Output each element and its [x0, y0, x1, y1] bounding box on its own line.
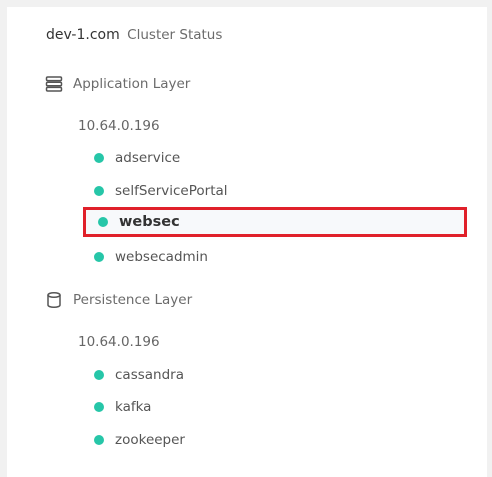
service-websecadmin[interactable]: websecadmin — [94, 247, 208, 267]
layer-label: Persistence Layer — [73, 292, 193, 308]
layer-label: Application Layer — [73, 76, 191, 92]
status-ok-icon — [98, 217, 108, 227]
service-label: websecadmin — [115, 249, 208, 265]
status-ok-icon — [94, 153, 104, 163]
service-label: kafka — [115, 399, 152, 415]
service-label: adservice — [115, 150, 181, 166]
status-ok-icon — [94, 252, 104, 262]
service-kafka[interactable]: kafka — [94, 397, 151, 417]
status-ok-icon — [94, 435, 104, 445]
cluster-host: dev-1.com — [46, 27, 120, 43]
cluster-status-label: Cluster Status — [127, 27, 223, 43]
page-title: dev-1.com Cluster Status — [46, 26, 222, 44]
service-adservice[interactable]: adservice — [94, 148, 180, 168]
layer-persistence[interactable]: Persistence Layer — [45, 290, 192, 310]
service-label: cassandra — [115, 367, 184, 383]
service-label: selfServicePortal — [115, 183, 228, 199]
node-ip-persistence: 10.64.0.196 — [78, 334, 160, 350]
node-ip-application: 10.64.0.196 — [78, 118, 160, 134]
database-icon — [45, 291, 63, 309]
cluster-status-panel: dev-1.com Cluster Status Application Lay… — [7, 7, 487, 477]
service-selfserviceportal[interactable]: selfServicePortal — [94, 181, 228, 201]
service-zookeeper[interactable]: zookeeper — [94, 430, 185, 450]
status-ok-icon — [94, 402, 104, 412]
service-label: websec — [119, 214, 180, 230]
status-ok-icon — [94, 370, 104, 380]
stack-icon — [45, 75, 63, 93]
status-ok-icon — [94, 186, 104, 196]
service-label: zookeeper — [115, 432, 185, 448]
service-cassandra[interactable]: cassandra — [94, 365, 184, 385]
layer-application[interactable]: Application Layer — [45, 74, 190, 94]
service-websec-selected[interactable]: websec — [83, 207, 467, 237]
